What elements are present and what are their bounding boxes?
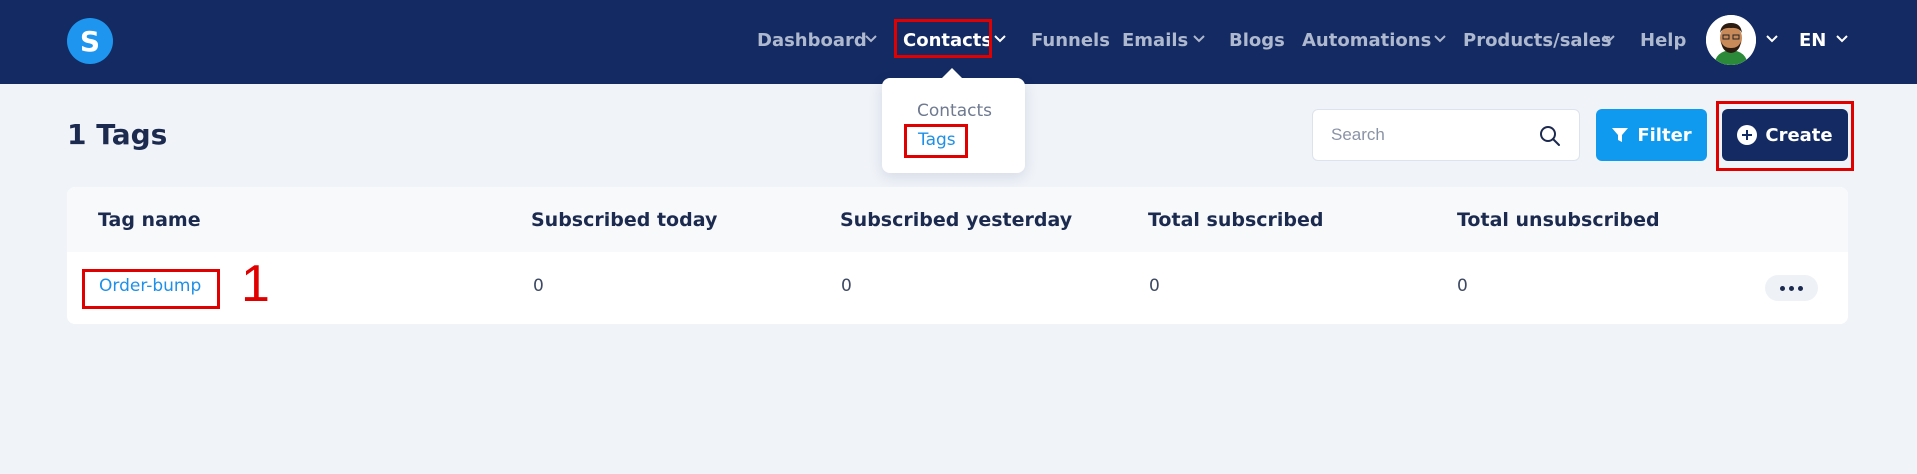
create-button-label: Create [1765,124,1833,146]
nav-funnels-label: Funnels [1031,29,1110,51]
subscribed-yesterday-value: 0 [841,276,852,296]
create-button[interactable]: Create [1722,109,1848,161]
nav-item-help[interactable]: Help [1640,28,1686,52]
contacts-dropdown-menu: Contacts Tags [882,68,1025,173]
nav-item-automations[interactable]: Automations [1302,28,1431,52]
nav-item-products-sales[interactable]: Products/sales [1463,28,1612,52]
row-more-options-button[interactable] [1765,275,1818,301]
total-unsubscribed-value: 0 [1457,276,1468,296]
nav-contacts-label: Contacts [903,29,993,51]
page-title: 1 Tags [67,118,168,151]
logo-letter: S [79,24,101,58]
more-dots-icon [1780,285,1785,291]
annotation-number: 1 [241,255,270,313]
search-icon[interactable] [1539,125,1561,147]
tag-name-link[interactable]: Order-bump [99,276,201,296]
dropdown-item-contacts[interactable]: Contacts [917,101,992,121]
search-input[interactable] [1331,122,1531,148]
column-header-total-subscribed[interactable]: Total subscribed [1148,209,1324,231]
chevron-down-icon[interactable] [1764,30,1780,46]
app-logo[interactable]: S [67,18,113,64]
filter-icon [1612,128,1629,142]
chevron-down-icon[interactable] [1601,30,1617,46]
nav-item-funnels[interactable]: Funnels [1031,28,1110,52]
tags-table: Tag name Subscribed today Subscribed yes… [67,187,1848,324]
user-avatar-icon [1706,15,1756,65]
filter-button[interactable]: Filter [1596,109,1707,161]
nav-automations-label: Automations [1302,29,1432,51]
table-header: Tag name Subscribed today Subscribed yes… [67,187,1848,252]
chevron-down-icon[interactable] [1432,30,1448,46]
filter-button-label: Filter [1637,124,1692,146]
nav-item-contacts[interactable]: Contacts [903,28,992,52]
nav-dashboard-label: Dashboard [757,29,867,51]
user-avatar[interactable] [1706,15,1756,65]
language-selector[interactable]: EN [1799,28,1826,52]
nav-item-dashboard[interactable]: Dashboard [757,28,867,52]
column-header-tag-name[interactable]: Tag name [98,209,201,231]
column-header-subscribed-yesterday[interactable]: Subscribed yesterday [840,209,1072,231]
nav-item-emails[interactable]: Emails [1122,28,1188,52]
column-header-total-unsubscribed[interactable]: Total unsubscribed [1457,209,1660,231]
chevron-down-icon[interactable] [863,30,879,46]
table-row: Order-bump 0 0 0 0 [67,252,1848,324]
total-subscribed-value: 0 [1149,276,1160,296]
nav-item-blogs[interactable]: Blogs [1229,28,1285,52]
chevron-down-icon[interactable] [1191,30,1207,46]
nav-products-sales-label: Products/sales [1463,29,1612,51]
plus-circle-icon [1737,125,1758,145]
nav-help-label: Help [1640,29,1687,51]
language-label: EN [1799,29,1827,51]
nav-blogs-label: Blogs [1229,29,1285,51]
search-box[interactable] [1312,109,1580,161]
subscribed-today-value: 0 [533,276,544,296]
dropdown-item-tags[interactable]: Tags [918,130,956,150]
chevron-down-icon[interactable] [1834,30,1850,46]
nav-emails-label: Emails [1122,29,1189,51]
column-header-subscribed-today[interactable]: Subscribed today [531,209,717,231]
chevron-down-icon[interactable] [992,30,1008,46]
